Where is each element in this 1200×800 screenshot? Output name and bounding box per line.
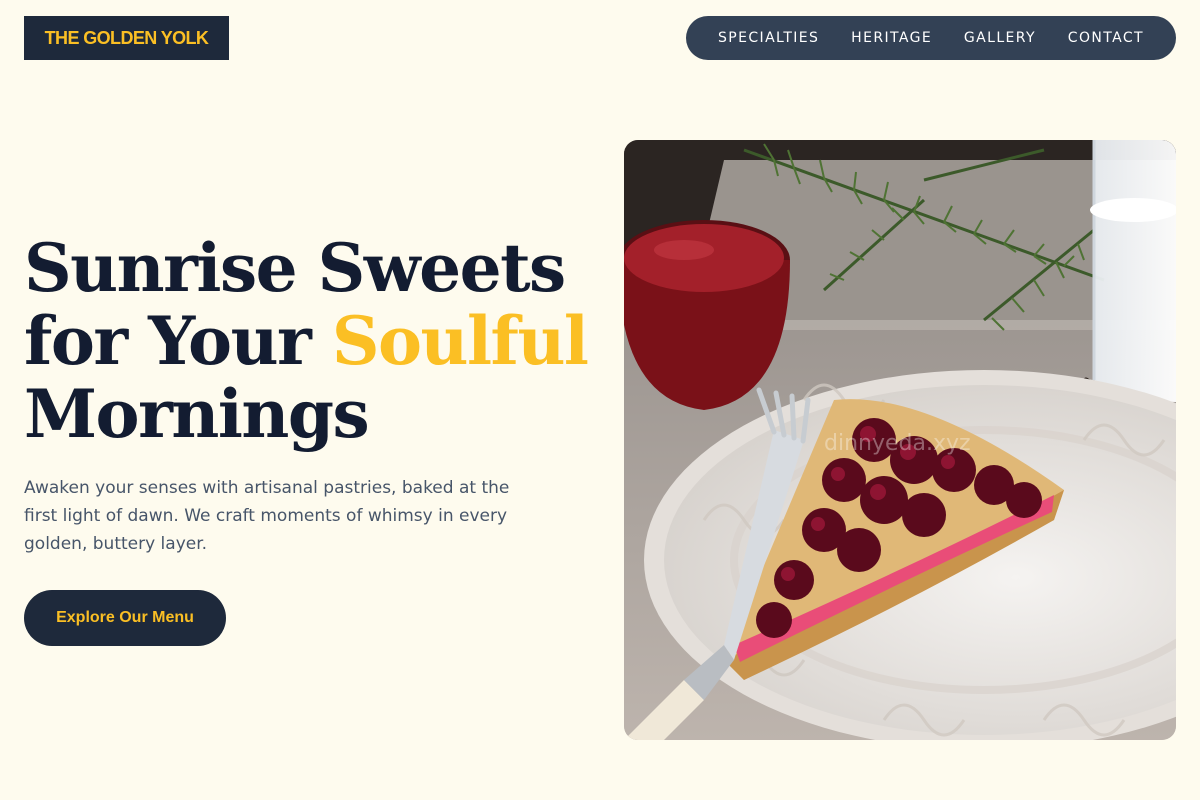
hero-title-line-1: Sunrise Sweets bbox=[24, 229, 566, 307]
hero-title-accent: Soulful bbox=[331, 302, 589, 380]
explore-menu-button[interactable]: Explore Our Menu bbox=[24, 590, 226, 646]
brand-logo[interactable]: THE GOLDEN YOLK bbox=[24, 16, 229, 60]
hero-image-cherry-tart: dinnyeda.xyz bbox=[624, 140, 1176, 740]
hero-title-line-2: for Your Soulful bbox=[24, 305, 604, 378]
image-watermark: dinnyeda.xyz bbox=[824, 431, 971, 456]
nav-item-gallery[interactable]: GALLERY bbox=[964, 30, 1036, 46]
hero-title: Sunrise Sweets for Your Soulful Mornings bbox=[24, 232, 604, 451]
main-nav: SPECIALTIES HERITAGE GALLERY CONTACT bbox=[686, 16, 1176, 60]
nav-item-specialties[interactable]: SPECIALTIES bbox=[718, 30, 819, 46]
nav-item-contact[interactable]: CONTACT bbox=[1068, 30, 1144, 46]
hero-subtitle: Awaken your senses with artisanal pastri… bbox=[24, 478, 510, 554]
nav-item-heritage[interactable]: HERITAGE bbox=[851, 30, 932, 46]
hero-title-line-3: Mornings bbox=[24, 375, 370, 453]
hero-title-prefix: for Your bbox=[24, 302, 332, 380]
